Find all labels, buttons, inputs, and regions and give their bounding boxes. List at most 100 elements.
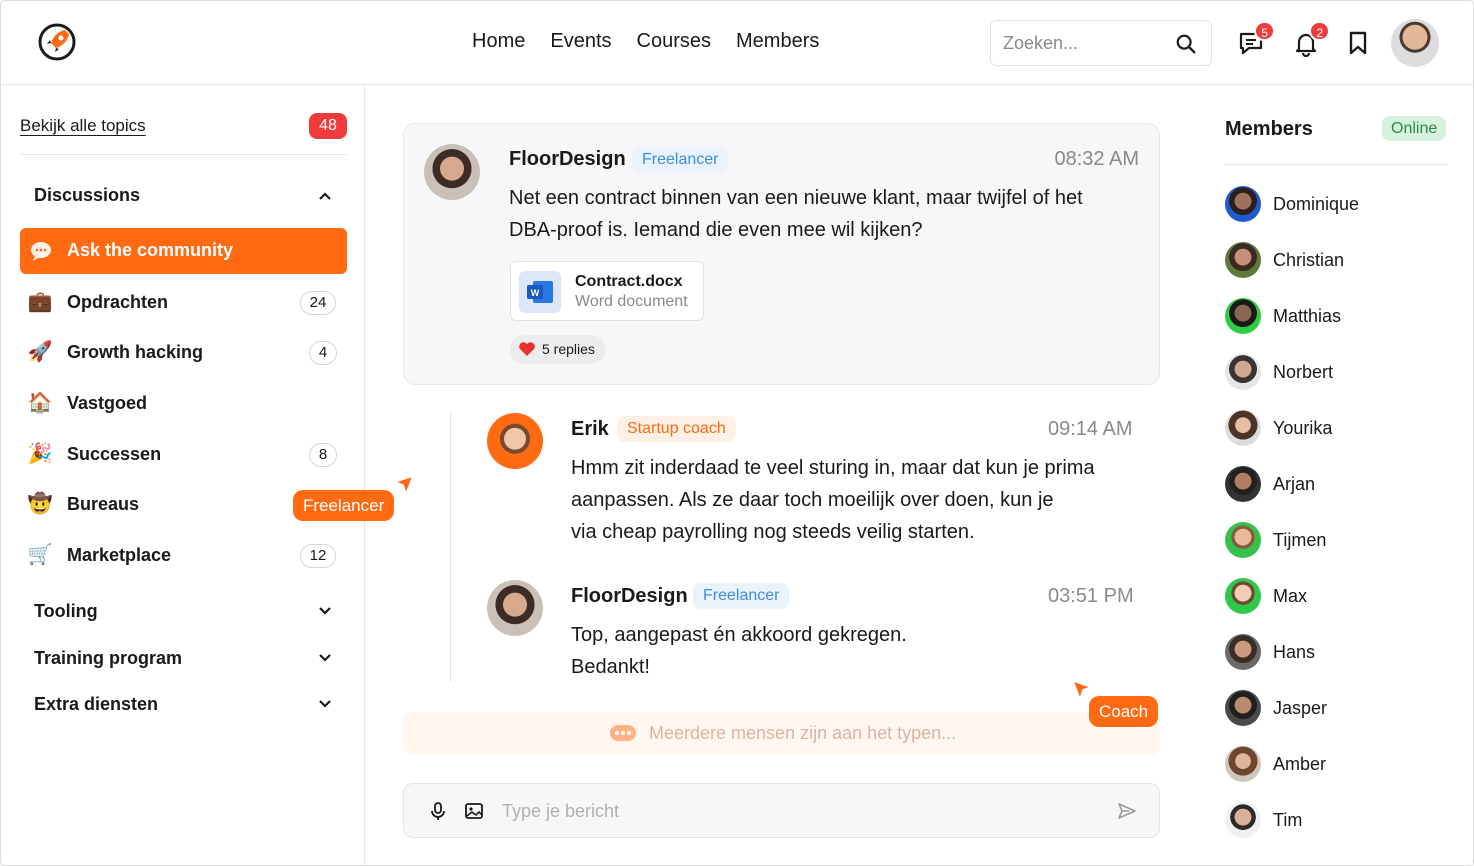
role-badge: Startup coach xyxy=(617,416,736,442)
author-name[interactable]: Erik xyxy=(571,418,609,441)
avatar xyxy=(1225,802,1261,838)
topic-marketplace[interactable]: 🛒 Marketplace 12 xyxy=(27,540,347,570)
message-text: Net een contract binnen van een nieuwe k… xyxy=(509,182,1083,246)
topic-opdrachten[interactable]: 💼 Opdrachten 24 xyxy=(27,287,347,317)
user-avatar[interactable] xyxy=(1391,19,1439,67)
all-topics-link[interactable]: Bekijk alle topics xyxy=(20,116,146,136)
divider xyxy=(1225,164,1447,165)
section-discussions[interactable]: Discussions xyxy=(34,185,140,206)
online-filter-badge[interactable]: Online xyxy=(1382,116,1447,141)
rocket-logo-icon[interactable] xyxy=(37,22,77,62)
top-header: Home Events Courses Members 5 xyxy=(1,1,1473,85)
nav-courses[interactable]: Courses xyxy=(637,30,711,53)
topic-label: Successen xyxy=(67,444,162,464)
house-icon: 🏠 xyxy=(27,392,53,414)
topic-count: 8 xyxy=(309,443,337,467)
message-line: Hmm zit inderdaad te veel sturing in, ma… xyxy=(571,457,1095,479)
member-item[interactable]: Jasper xyxy=(1225,690,1445,726)
member-item[interactable]: Tim xyxy=(1225,802,1445,838)
party-popper-icon: 🎉 xyxy=(27,443,53,465)
message-line: DBA-proof is. Iemand die even mee wil ki… xyxy=(509,219,923,241)
file-attachment[interactable]: W Contract.docx Word document xyxy=(510,261,704,321)
members-title: Members xyxy=(1225,118,1313,140)
member-name: Christian xyxy=(1273,250,1345,270)
messages-button[interactable]: 5 xyxy=(1237,21,1275,57)
bookmarks-button[interactable] xyxy=(1344,29,1372,57)
heart-icon xyxy=(519,342,535,356)
search-box xyxy=(990,20,1212,66)
messages-badge: 5 xyxy=(1254,21,1275,41)
topic-successen[interactable]: 🎉 Successen 8 xyxy=(27,439,347,469)
avatar xyxy=(1225,466,1261,502)
member-name: Norbert xyxy=(1273,362,1334,382)
member-item[interactable]: Dominique xyxy=(1225,186,1445,222)
cursor-arrow-icon xyxy=(1072,680,1092,700)
section-extra-diensten[interactable]: Extra diensten xyxy=(34,694,158,715)
replies-count: 5 replies xyxy=(542,341,595,357)
shopping-cart-icon: 🛒 xyxy=(27,544,53,566)
chevron-down-icon[interactable] xyxy=(317,696,333,712)
avatar[interactable] xyxy=(424,144,480,200)
chat-thread: FloorDesign Freelancer 08:32 AM Net een … xyxy=(365,85,1198,865)
search-icon[interactable] xyxy=(1175,33,1197,55)
member-item[interactable]: Max xyxy=(1225,578,1445,614)
replies-button[interactable]: 5 replies xyxy=(510,335,605,364)
section-training-program[interactable]: Training program xyxy=(34,648,182,669)
notifications-badge: 2 xyxy=(1309,21,1330,41)
member-name: Arjan xyxy=(1273,474,1316,494)
member-item[interactable]: Amber xyxy=(1225,746,1445,782)
microphone-icon[interactable] xyxy=(428,801,448,821)
member-item[interactable]: Arjan xyxy=(1225,466,1445,502)
member-item[interactable]: Matthias xyxy=(1225,298,1445,334)
cowboy-icon: 🤠 xyxy=(27,493,53,515)
nav-home[interactable]: Home xyxy=(472,30,525,53)
member-item[interactable]: Hans xyxy=(1225,634,1445,670)
nav-events[interactable]: Events xyxy=(550,30,611,53)
image-icon[interactable] xyxy=(464,801,484,821)
search-input[interactable] xyxy=(1003,32,1163,54)
avatar xyxy=(1225,410,1261,446)
chevron-down-icon[interactable] xyxy=(317,650,333,666)
topic-label: Vastgoed xyxy=(67,393,148,413)
author-name[interactable]: FloorDesign xyxy=(509,148,626,171)
typing-dots-icon xyxy=(610,725,636,741)
app-window: Home Events Courses Members 5 xyxy=(0,0,1474,866)
message-line: aanpassen. Als ze daar toch moeilijk ove… xyxy=(571,489,1054,511)
topic-ask-the-community[interactable]: Ask the community xyxy=(20,228,347,274)
member-item[interactable]: Norbert xyxy=(1225,354,1445,390)
member-name: Max xyxy=(1273,586,1308,606)
member-item[interactable]: Christian xyxy=(1225,242,1445,278)
section-tooling[interactable]: Tooling xyxy=(34,601,98,622)
cursor-label-freelancer: Freelancer xyxy=(293,490,395,521)
avatar xyxy=(1225,578,1261,614)
avatar[interactable] xyxy=(487,580,543,636)
member-name: Amber xyxy=(1273,754,1327,774)
topics-sidebar: Bekijk alle topics 4 8 Discussions Ask th… xyxy=(1,85,365,865)
send-icon[interactable] xyxy=(1117,801,1137,821)
nav-members[interactable]: Members xyxy=(736,30,819,53)
message-text: Top, aangepast én akkoord gekregen. Beda… xyxy=(571,619,907,683)
member-item[interactable]: Tijmen xyxy=(1225,522,1445,558)
message-composer xyxy=(403,783,1160,838)
file-name: Contract.docx xyxy=(575,273,683,290)
file-type: Word document xyxy=(575,293,688,310)
word-document-icon: W xyxy=(519,271,561,313)
avatar xyxy=(1225,634,1261,670)
avatar xyxy=(1225,746,1261,782)
rocket-icon: 🚀 xyxy=(27,341,53,363)
member-item[interactable]: Yourika xyxy=(1225,410,1445,446)
notifications-button[interactable]: 2 xyxy=(1292,21,1330,58)
topic-vastgoed[interactable]: 🏠 Vastgoed xyxy=(27,388,347,418)
avatar[interactable] xyxy=(487,413,543,469)
topic-growth-hacking[interactable]: 🚀 Growth hacking 4 xyxy=(27,337,347,367)
timestamp: 09:14 AM xyxy=(1048,418,1133,440)
topic-label: Ask the community xyxy=(67,240,234,260)
message-input[interactable] xyxy=(502,799,1062,823)
speech-bubble-icon xyxy=(31,242,51,261)
chevron-down-icon[interactable] xyxy=(317,603,333,619)
topic-count: 4 xyxy=(309,341,337,365)
author-name[interactable]: FloorDesign xyxy=(571,585,688,608)
member-name: Yourika xyxy=(1273,418,1333,438)
chevron-up-icon[interactable] xyxy=(317,188,333,204)
main-nav: Home Events Courses Members xyxy=(472,30,844,53)
